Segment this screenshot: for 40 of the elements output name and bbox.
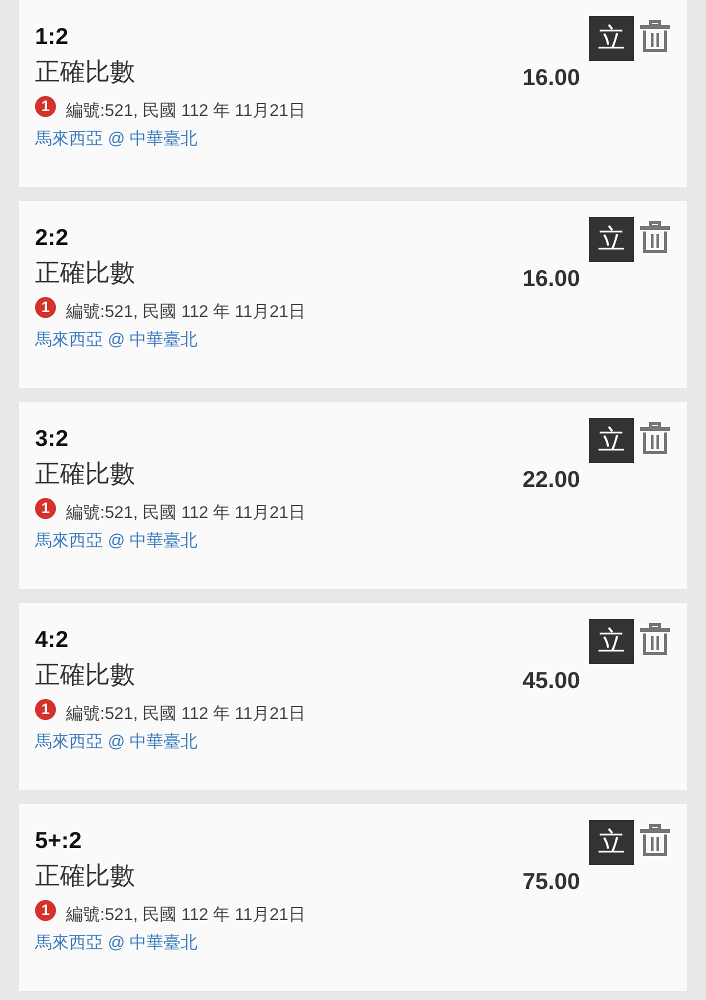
trash-icon[interactable] <box>640 824 670 856</box>
match-link[interactable]: 馬來西亞 @ 中華臺北 <box>35 730 198 754</box>
number-badge: 1 <box>35 498 56 518</box>
single-bet-button[interactable]: 立 <box>589 418 634 463</box>
bet-info: 編號:521, 民國 112 年 11月21日 <box>66 502 306 524</box>
match-link[interactable]: 馬來西亞 @ 中華臺北 <box>35 529 198 553</box>
number-badge: 1 <box>35 900 56 920</box>
bet-info: 編號:521, 民國 112 年 11月21日 <box>66 100 306 122</box>
market-name: 正確比數 <box>35 57 135 87</box>
number-badge: 1 <box>35 96 56 116</box>
match-link[interactable]: 馬來西亞 @ 中華臺北 <box>35 931 198 955</box>
trash-icon[interactable] <box>640 221 670 253</box>
bet-info: 編號:521, 民國 112 年 11月21日 <box>66 904 306 926</box>
odds-value: 75.00 <box>522 867 580 895</box>
single-bet-button[interactable]: 立 <box>589 820 634 865</box>
odds-value: 16.00 <box>522 63 580 91</box>
match-link[interactable]: 馬來西亞 @ 中華臺北 <box>35 127 198 151</box>
trash-icon[interactable] <box>640 422 670 454</box>
number-badge: 1 <box>35 296 56 318</box>
trash-icon[interactable] <box>640 20 670 52</box>
score-title: 5+:2 <box>35 826 82 854</box>
score-title: 1:2 <box>35 22 68 50</box>
bet-info: 編號:521, 民國 112 年 11月21日 <box>66 703 306 725</box>
bet-info: 編號:521, 民國 112 年 11月21日 <box>66 301 306 323</box>
score-title: 2:2 <box>35 223 68 251</box>
odds-value: 45.00 <box>522 666 580 694</box>
market-name: 正確比數 <box>35 861 135 891</box>
market-name: 正確比數 <box>35 258 135 288</box>
match-link[interactable]: 馬來西亞 @ 中華臺北 <box>35 328 198 352</box>
single-bet-button[interactable]: 立 <box>589 16 634 61</box>
score-title: 3:2 <box>35 424 68 452</box>
odds-value: 22.00 <box>522 465 580 493</box>
number-badge: 1 <box>35 698 56 720</box>
single-bet-button[interactable]: 立 <box>589 217 634 262</box>
market-name: 正確比數 <box>35 660 135 690</box>
market-name: 正確比數 <box>35 459 135 489</box>
score-title: 4:2 <box>35 625 68 653</box>
trash-icon[interactable] <box>640 623 670 655</box>
single-bet-button[interactable]: 立 <box>589 619 634 664</box>
odds-value: 16.00 <box>522 264 580 292</box>
